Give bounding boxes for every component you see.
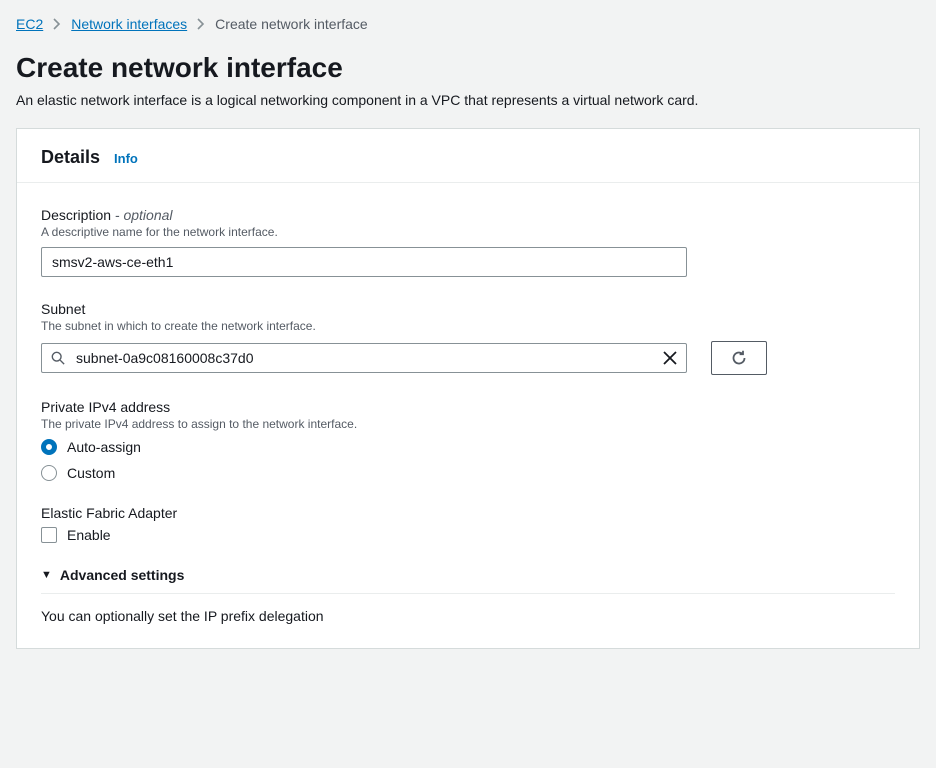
description-label: Description - optional bbox=[41, 207, 895, 223]
panel-header: Details Info bbox=[17, 129, 919, 183]
chevron-right-icon bbox=[197, 18, 205, 30]
radio-auto-assign[interactable]: Auto-assign bbox=[41, 439, 895, 455]
breadcrumb-current: Create network interface bbox=[215, 16, 368, 32]
caret-down-icon: ▼ bbox=[41, 569, 52, 581]
clear-icon[interactable] bbox=[663, 351, 677, 365]
refresh-icon bbox=[731, 350, 747, 366]
advanced-toggle-label: Advanced settings bbox=[60, 567, 184, 583]
advanced-settings-toggle[interactable]: ▼ Advanced settings bbox=[41, 567, 895, 594]
ipv4-help: The private IPv4 address to assign to th… bbox=[41, 417, 895, 431]
advanced-body: You can optionally set the IP prefix del… bbox=[41, 608, 895, 624]
breadcrumb: EC2 Network interfaces Create network in… bbox=[16, 16, 920, 32]
subnet-label: Subnet bbox=[41, 301, 895, 317]
details-heading: Details bbox=[41, 147, 100, 168]
refresh-button[interactable] bbox=[711, 341, 767, 375]
page-description: An elastic network interface is a logica… bbox=[16, 92, 920, 108]
radio-custom-label: Custom bbox=[67, 465, 115, 481]
ipv4-radio-group: Auto-assign Custom bbox=[41, 439, 895, 481]
radio-auto-label: Auto-assign bbox=[67, 439, 141, 455]
radio-icon-selected bbox=[41, 439, 57, 455]
details-panel: Details Info Description - optional A de… bbox=[16, 128, 920, 649]
subnet-help: The subnet in which to create the networ… bbox=[41, 319, 895, 333]
radio-custom[interactable]: Custom bbox=[41, 465, 895, 481]
efa-label: Elastic Fabric Adapter bbox=[41, 505, 895, 521]
description-label-main: Description bbox=[41, 207, 111, 223]
subnet-select[interactable] bbox=[41, 343, 687, 373]
advanced-section: ▼ Advanced settings You can optionally s… bbox=[41, 567, 895, 624]
page-title: Create network interface bbox=[16, 52, 920, 84]
efa-enable-checkbox[interactable]: Enable bbox=[41, 527, 895, 543]
field-subnet: Subnet The subnet in which to create the… bbox=[41, 301, 895, 375]
description-label-optional: - optional bbox=[111, 207, 172, 223]
checkbox-icon bbox=[41, 527, 57, 543]
field-efa: Elastic Fabric Adapter Enable bbox=[41, 505, 895, 543]
radio-icon bbox=[41, 465, 57, 481]
field-ipv4: Private IPv4 address The private IPv4 ad… bbox=[41, 399, 895, 481]
breadcrumb-link-network-interfaces[interactable]: Network interfaces bbox=[71, 16, 187, 32]
ipv4-label: Private IPv4 address bbox=[41, 399, 895, 415]
chevron-right-icon bbox=[53, 18, 61, 30]
description-input[interactable] bbox=[41, 247, 687, 277]
breadcrumb-link-ec2[interactable]: EC2 bbox=[16, 16, 43, 32]
info-link[interactable]: Info bbox=[114, 151, 138, 166]
description-help: A descriptive name for the network inter… bbox=[41, 225, 895, 239]
field-description: Description - optional A descriptive nam… bbox=[41, 207, 895, 277]
efa-checkbox-label: Enable bbox=[67, 527, 111, 543]
subnet-input[interactable] bbox=[41, 343, 687, 373]
